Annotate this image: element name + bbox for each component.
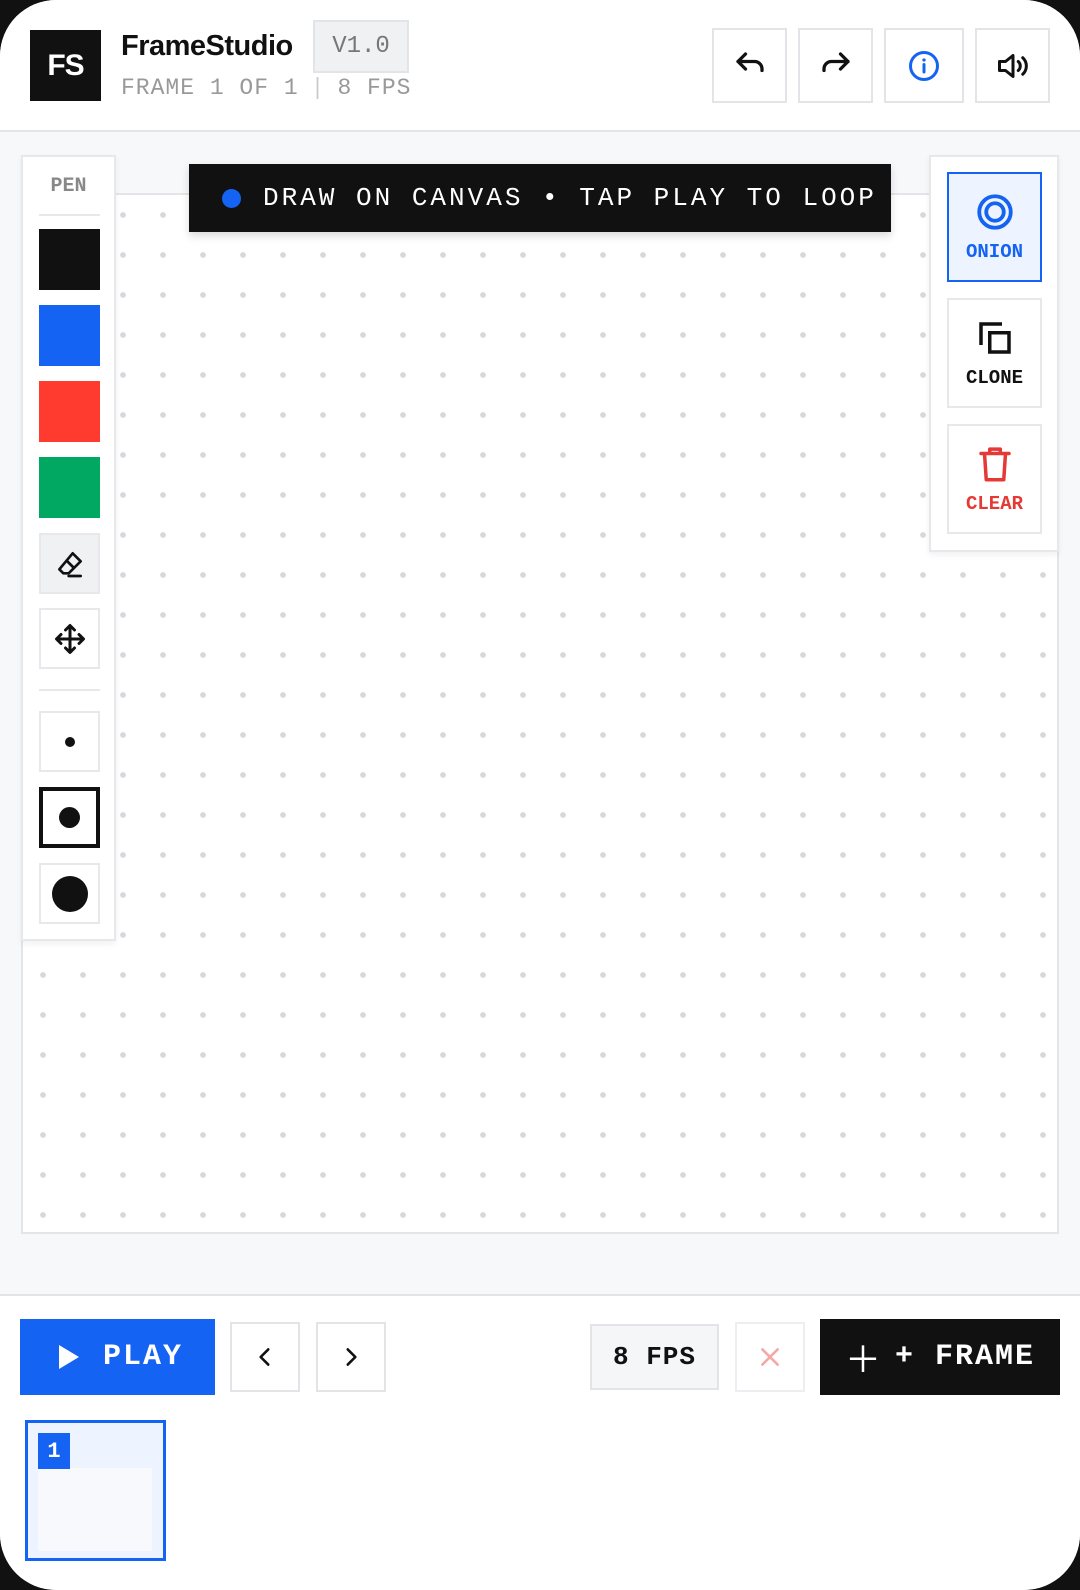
status-dot (222, 188, 241, 208)
info-button[interactable] (884, 28, 964, 103)
fps-status-text: 8 FPS (337, 75, 412, 101)
add-frame-button[interactable]: ＋ + FRAME (820, 1319, 1060, 1395)
status-separator: | (310, 75, 326, 101)
undo-button[interactable] (712, 28, 787, 103)
onion-icon (976, 194, 1013, 230)
close-icon (761, 1348, 779, 1366)
play-button[interactable]: PLAY (20, 1319, 215, 1395)
redo-icon (821, 51, 850, 72)
eraser-tool-button[interactable] (39, 533, 100, 594)
next-frame-button[interactable] (316, 1322, 386, 1392)
eraser-icon (57, 551, 82, 577)
sound-button[interactable] (975, 28, 1050, 103)
app-screen: FS FrameStudio V1.0 FRAME 1 OF 1 | 8 FPS (0, 0, 1080, 1590)
trash-icon (978, 447, 1011, 482)
instruction-text: DRAW ON CANVAS • TAP PLAY TO LOOP (263, 183, 877, 213)
brush-dot-medium (59, 807, 80, 828)
add-frame-label: + FRAME (894, 1340, 1036, 1374)
onion-label: ONION (965, 241, 1023, 263)
instruction-banner: DRAW ON CANVAS • TAP PLAY TO LOOP (189, 164, 891, 232)
copy-icon (978, 322, 1011, 354)
chevron-left-icon (259, 1348, 270, 1366)
color-swatch-green[interactable] (39, 457, 100, 518)
play-icon (59, 1345, 79, 1369)
plus-icon: ＋ (844, 1342, 883, 1383)
delete-frame-button[interactable] (735, 1322, 805, 1392)
play-label: PLAY (103, 1340, 184, 1374)
redo-button[interactable] (798, 28, 873, 103)
toolbar-divider (39, 689, 100, 691)
header: FS FrameStudio V1.0 FRAME 1 OF 1 | 8 FPS (0, 0, 1080, 132)
frame-number-badge: 1 (38, 1433, 70, 1469)
version-badge: V1.0 (313, 20, 409, 73)
clear-canvas-button[interactable]: CLEAR (947, 424, 1042, 534)
frame-thumbnail[interactable]: 1 (25, 1420, 166, 1561)
tool-label: PEN (50, 175, 87, 198)
canvas-actions-panel: ONION CLONE CLEAR (929, 155, 1059, 552)
brush-dot-small (64, 736, 75, 747)
app-logo: FS (30, 30, 101, 101)
brush-dot-large (51, 875, 88, 912)
pen-toolbar: PEN (21, 155, 116, 941)
move-icon (54, 623, 85, 654)
fps-selector[interactable]: 8 FPS (590, 1324, 719, 1390)
clone-label: CLONE (965, 367, 1023, 389)
color-swatch-black[interactable] (39, 229, 100, 290)
brush-size-large[interactable] (39, 863, 100, 924)
drawing-canvas[interactable] (21, 193, 1059, 1234)
frame-thumbnail-preview (38, 1468, 152, 1551)
onion-skin-button[interactable]: ONION (947, 172, 1042, 282)
undo-icon (735, 51, 764, 72)
app-title: FrameStudio (121, 30, 293, 62)
move-tool-button[interactable] (39, 608, 100, 669)
info-icon (909, 50, 939, 81)
clone-frame-button[interactable]: CLONE (947, 298, 1042, 408)
brush-size-medium[interactable] (39, 787, 100, 848)
color-swatch-blue[interactable] (39, 305, 100, 366)
clear-label: CLEAR (965, 493, 1023, 515)
previous-frame-button[interactable] (230, 1322, 300, 1392)
frame-status: FRAME 1 OF 1 | 8 FPS (121, 75, 411, 101)
brush-size-small[interactable] (39, 711, 100, 772)
frame-count-text: FRAME 1 OF 1 (121, 75, 299, 101)
chevron-right-icon (346, 1348, 357, 1366)
toolbar-divider (39, 214, 100, 216)
volume-icon (997, 53, 1028, 78)
playback-bar: PLAY 8 FPS ＋ + FRAME 1 (0, 1294, 1080, 1590)
color-swatch-red[interactable] (39, 381, 100, 442)
